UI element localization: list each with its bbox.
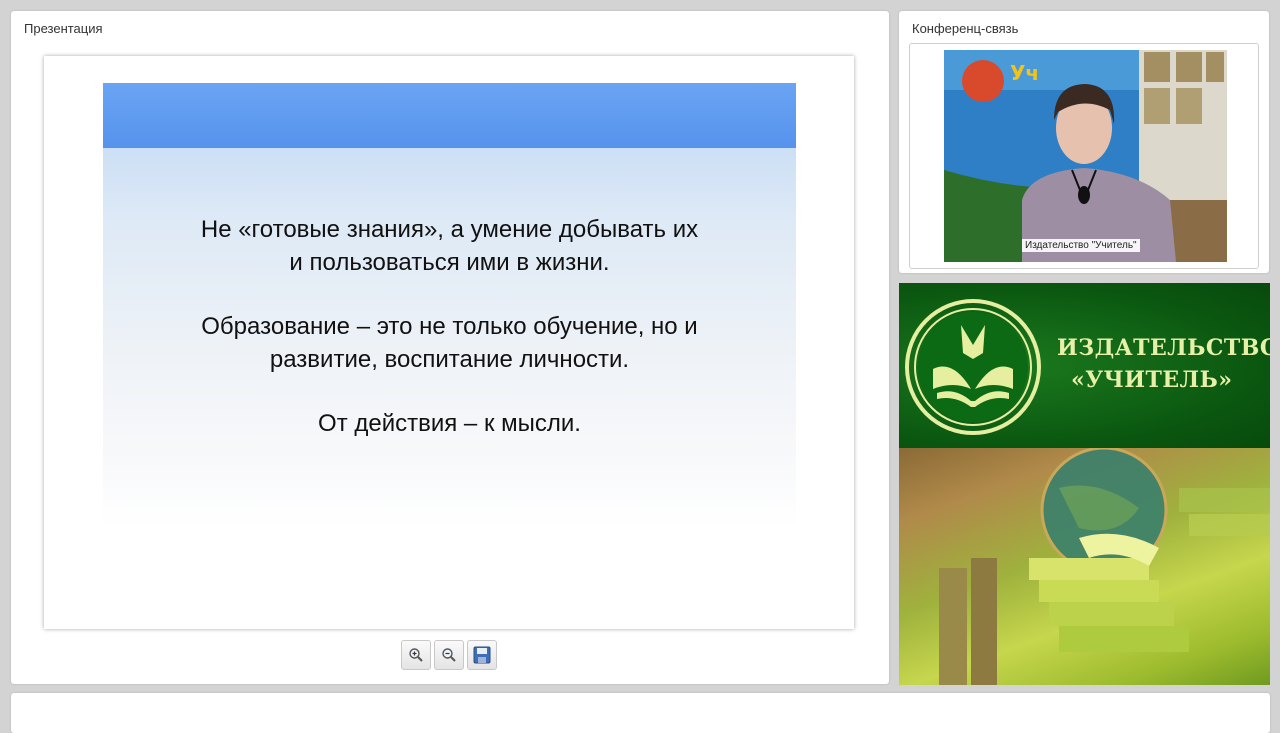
- publisher-logo: [905, 299, 1041, 435]
- zoom-in-button[interactable]: [401, 640, 431, 670]
- zoom-in-icon: [409, 648, 423, 662]
- slide-text-line-4: развитие, воспитание личности.: [269, 346, 630, 373]
- brand-name-line-2: «УЧИТЕЛЬ»: [1071, 367, 1233, 393]
- presentation-title: Презентация: [24, 21, 103, 36]
- slide-header-bar: [103, 83, 796, 148]
- zoom-out-button[interactable]: [434, 640, 464, 670]
- webcam-video[interactable]: Уч Издательство "Учитель": [944, 50, 1227, 262]
- zoom-out-icon: [442, 648, 456, 662]
- brand-name-line-1: ИЗДАТЕЛЬСТВО: [1057, 335, 1270, 361]
- svg-text:Уч: Уч: [1010, 61, 1039, 85]
- conference-panel: Конференц-связь Уч Издательство "Учитель…: [899, 11, 1269, 273]
- slide-toolbar: [401, 640, 497, 670]
- conference-title: Конференц-связь: [912, 21, 1019, 36]
- save-icon: [473, 646, 491, 664]
- bottom-panel: [11, 693, 1270, 733]
- presenter-image: Уч: [944, 50, 1227, 262]
- slide-text-line-5: От действия – к мысли.: [318, 410, 581, 437]
- slide-text-line-1: Не «готовые знания», а умение добывать и…: [200, 216, 699, 243]
- slide-text-line-2: и пользоваться ими в жизни.: [289, 249, 610, 276]
- books-globe-image: [899, 448, 1270, 685]
- slide: Не «готовые знания», а умение добывать и…: [103, 83, 796, 528]
- presentation-panel: Презентация Не «готовые знания», а умени…: [11, 11, 889, 684]
- brand-banner: ИЗДАТЕЛЬСТВО «УЧИТЕЛЬ»: [899, 283, 1270, 448]
- video-frame: Уч Издательство "Учитель": [909, 43, 1259, 269]
- brand-panel: ИЗДАТЕЛЬСТВО «УЧИТЕЛЬ»: [899, 283, 1270, 685]
- slide-text-line-3: Образование – это не только обучение, но…: [201, 313, 698, 340]
- save-button[interactable]: [467, 640, 497, 670]
- video-caption: Издательство "Учитель": [1022, 239, 1140, 252]
- books-illustration: [939, 448, 1270, 685]
- slide-viewer[interactable]: Не «готовые знания», а умение добывать и…: [44, 56, 854, 629]
